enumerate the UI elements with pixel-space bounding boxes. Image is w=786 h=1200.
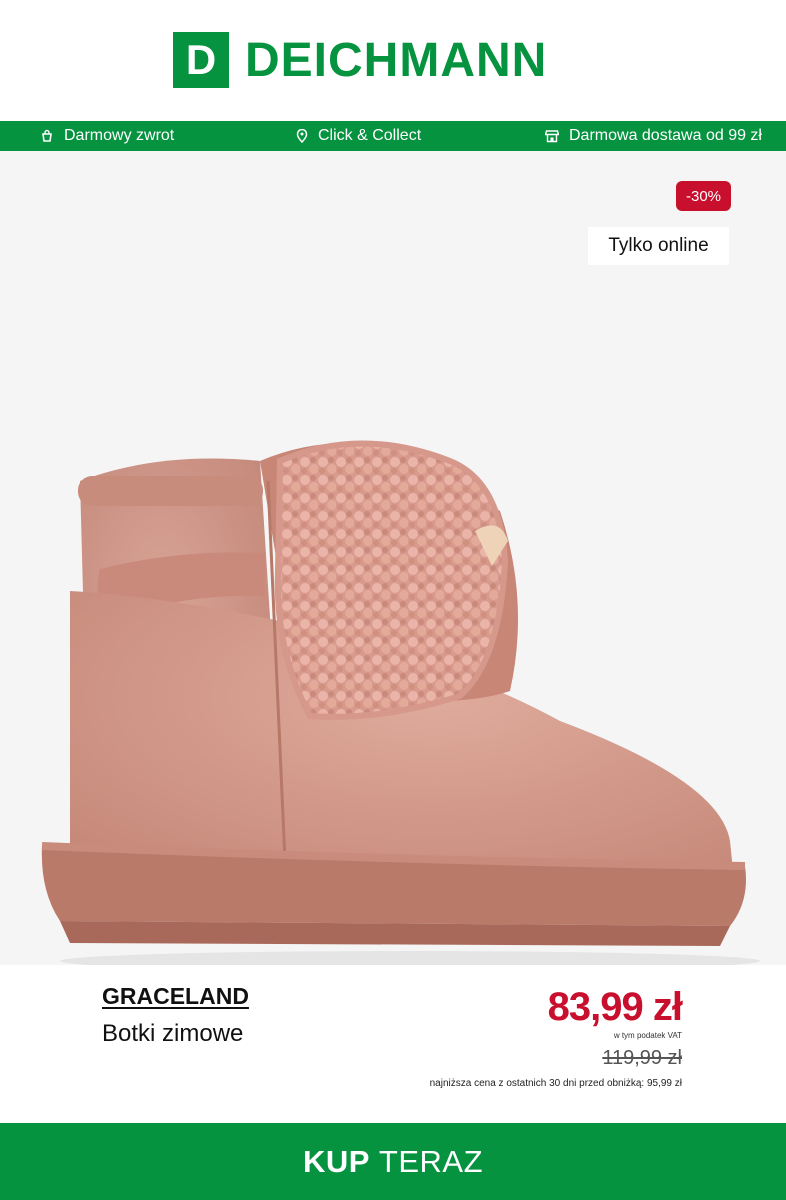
service-bar: Darmowy zwrot Click & Collect Darmowa do…: [0, 121, 786, 151]
product-info: GRACELAND Botki zimowe 83,99 zł w tym po…: [0, 965, 786, 1123]
product-brand[interactable]: GRACELAND: [102, 983, 249, 1010]
location-pin-icon: [296, 129, 308, 143]
cta-label: TERAZ: [378, 1143, 484, 1179]
logo-letter: D: [173, 32, 229, 88]
logo-wordmark: DEICHMANN: [245, 33, 548, 87]
buy-now-button[interactable]: KUP TERAZ: [0, 1123, 786, 1200]
store-icon: [545, 130, 559, 143]
product-name: Botki zimowe: [102, 1020, 244, 1047]
bag-return-icon: [42, 129, 52, 142]
lowest-price-note: najniższa cena z ostatnich 30 dni przed …: [429, 1078, 682, 1089]
product-image-boot: [41, 440, 760, 965]
service-label: Darmowa dostawa od 99 zł: [569, 127, 762, 144]
deichmann-logo[interactable]: D DEICHMANN: [173, 32, 547, 88]
service-click-collect[interactable]: Click & Collect: [296, 121, 421, 151]
vat-note: w tym podatek VAT: [613, 1031, 682, 1040]
cta-bold-label: KUP: [302, 1143, 370, 1179]
online-only-badge: Tylko online: [588, 227, 729, 265]
service-label: Click & Collect: [318, 127, 422, 144]
header: D DEICHMANN: [0, 0, 786, 121]
old-price: 119,99 zł: [602, 1047, 682, 1069]
service-free-return[interactable]: Darmowy zwrot: [40, 121, 174, 151]
discount-badge: -30%: [676, 181, 731, 211]
service-free-delivery[interactable]: Darmowa dostawa od 99 zł: [545, 121, 762, 151]
service-label: Darmowy zwrot: [64, 127, 175, 144]
product-image-area[interactable]: [0, 151, 786, 965]
product-price: 83,99 zł: [547, 985, 683, 1029]
